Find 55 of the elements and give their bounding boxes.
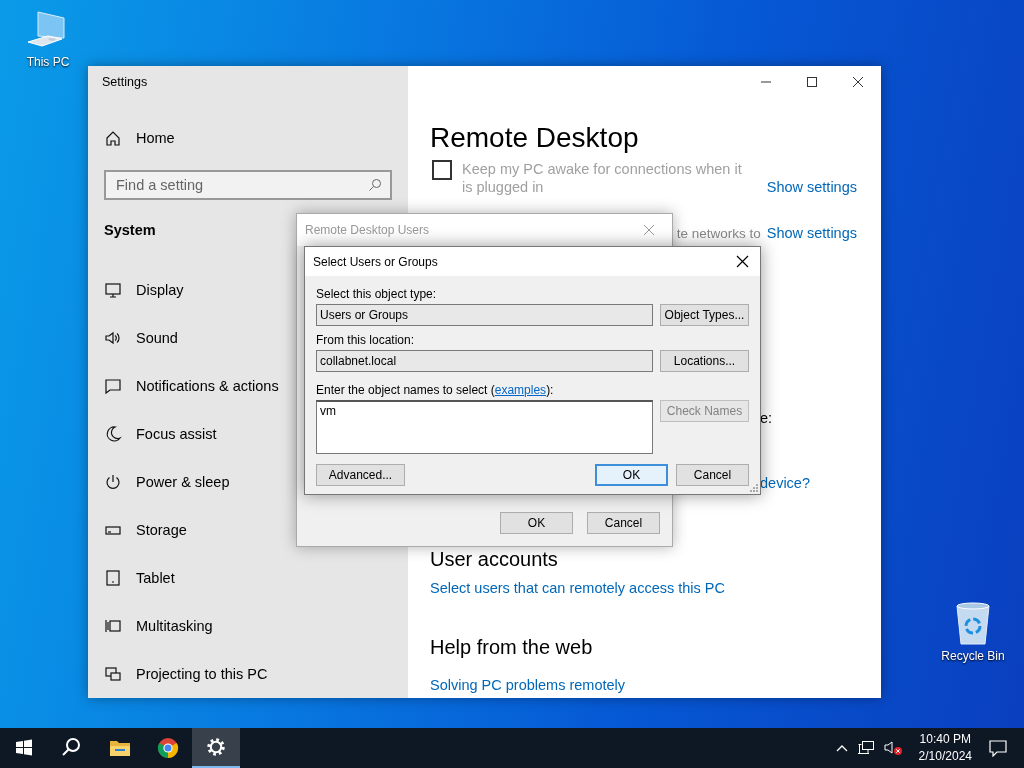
sidebar-item[interactable]: Projecting to this PC — [88, 650, 408, 698]
speaker-muted-icon[interactable] — [882, 740, 903, 756]
show-settings-link[interactable]: Show settings — [766, 225, 857, 241]
section-heading: Help from the web — [430, 635, 593, 660]
taskbar-button[interactable] — [192, 728, 240, 768]
window-title: Settings — [102, 75, 148, 89]
sidebar-item[interactable]: Storage — [88, 506, 408, 554]
clock[interactable]: 10:40 PM 2/10/2024 — [910, 731, 980, 765]
message-icon — [104, 377, 122, 395]
partial-link[interactable]: device? — [760, 475, 810, 491]
windows-stack-icon — [104, 617, 122, 635]
section-heading: User accounts — [430, 547, 558, 572]
sidebar-item[interactable]: Multitasking — [88, 602, 408, 650]
power-icon — [104, 473, 122, 491]
desktop-icon-label[interactable]: Recycle Bin — [941, 649, 1005, 663]
dialog-button[interactable]: Advanced... — [316, 464, 405, 486]
section-heading: System — [104, 222, 156, 238]
dialog-title: Select Users or Groups — [313, 254, 438, 269]
search-icon — [368, 178, 382, 192]
field-label: From this location: — [316, 333, 416, 348]
home-icon — [104, 129, 122, 147]
examples-link[interactable]: examples — [494, 383, 547, 397]
page-heading: Remote Desktop — [430, 121, 640, 155]
partial-text: e: — [760, 410, 773, 426]
select-users-link[interactable]: Select users that can remotely access this PC — [430, 578, 725, 598]
dialog-button[interactable]: OK — [500, 512, 573, 534]
tablet-icon — [104, 569, 122, 587]
browser-icon — [156, 736, 180, 760]
read-only-field[interactable]: Users or Groups — [316, 304, 653, 326]
monitor-icon — [104, 281, 122, 299]
search-field[interactable]: Find a setting — [104, 170, 392, 200]
field-label: Enter the object names to select (examples): — [316, 383, 555, 398]
moon-icon — [104, 425, 122, 443]
sidebar-item[interactable]: Tablet — [88, 554, 408, 602]
dialog-title: Remote Desktop Users — [305, 223, 430, 237]
locations-button[interactable]: Locations... — [660, 350, 749, 372]
show-settings-link[interactable]: Show settings — [766, 178, 857, 196]
resize-grip-icon[interactable] — [750, 484, 758, 492]
checkbox-label: Keep my PC awake for connections when it is plugged in — [462, 160, 743, 196]
notification-icon[interactable] — [988, 739, 1008, 757]
speaker-icon — [104, 329, 122, 347]
home-item[interactable]: Home — [88, 114, 408, 162]
network-icon[interactable] — [856, 740, 875, 756]
names-input[interactable]: vm — [316, 400, 653, 454]
partial-text: te networks to — [676, 225, 761, 241]
dialog-button[interactable]: OK — [595, 464, 668, 486]
dialog-button[interactable]: Cancel — [587, 512, 660, 534]
projector-icon — [104, 665, 122, 683]
help-link[interactable]: Solving PC problems remotely — [430, 675, 626, 695]
read-only-field[interactable]: collabnet.local — [316, 350, 653, 372]
field-label: Select this object type: — [316, 287, 438, 302]
gear-icon — [204, 735, 228, 759]
recycle-bin-icon — [953, 600, 993, 646]
dialog-button[interactable]: Cancel — [676, 464, 749, 486]
object-types-button[interactable]: Object Types... — [660, 304, 749, 326]
